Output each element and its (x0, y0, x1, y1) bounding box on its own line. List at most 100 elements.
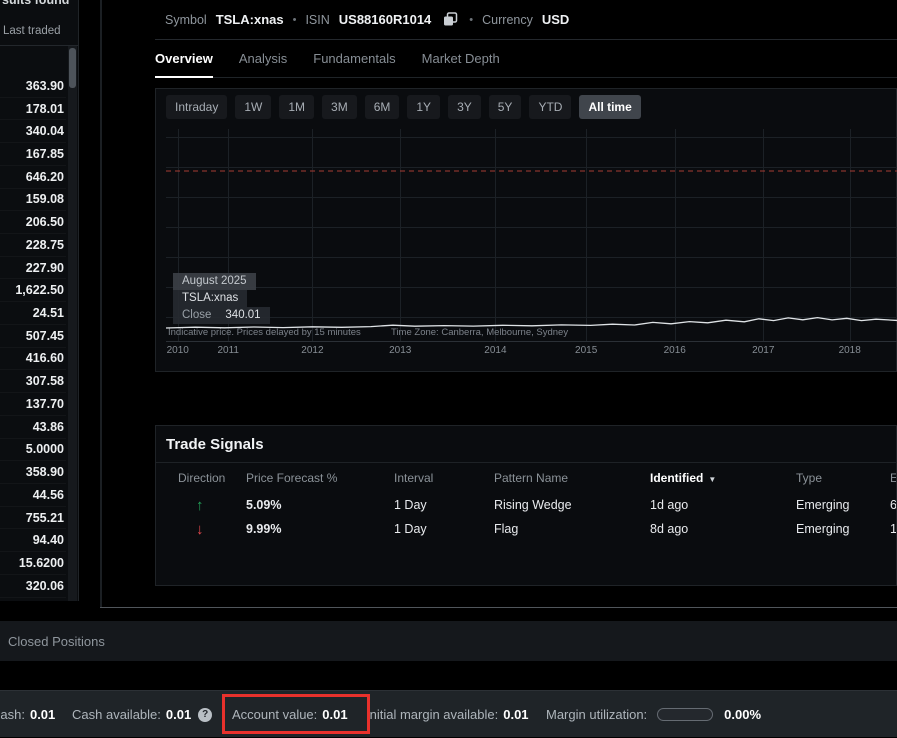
trade-signal-row[interactable]: ↓ 9.99% 1 Day Flag 8d ago Emerging 1 (156, 517, 896, 541)
price-cell[interactable]: 206.50 (0, 211, 66, 234)
price-cell[interactable]: 24.51 (0, 302, 66, 325)
help-icon[interactable]: ? (198, 707, 213, 722)
currency-value: USD (541, 12, 570, 27)
column-header-type[interactable]: Type (796, 471, 890, 485)
bullet-separator: • (469, 13, 474, 26)
price-cell[interactable]: 416.60 (0, 348, 66, 371)
price-cell[interactable]: 94.40 (0, 529, 66, 552)
range-button-ytd[interactable]: YTD (529, 95, 572, 119)
price-cell[interactable]: 159.08 (0, 189, 66, 212)
tooltip-close: Close 340.01 (173, 307, 270, 324)
range-button-1y[interactable]: 1Y (407, 95, 441, 119)
price-cell[interactable]: 363.90 (0, 75, 66, 98)
tooltip-close-value: 340.01 (225, 309, 261, 321)
column-header-interval[interactable]: Interval (394, 471, 494, 485)
price-line-svg (166, 170, 897, 329)
price-cell[interactable]: 228.75 (0, 234, 66, 257)
tab-fundamentals[interactable]: Fundamentals (313, 40, 395, 77)
x-axis-tick: 2014 (484, 345, 507, 356)
price-cell[interactable]: 44.56 (0, 484, 66, 507)
trade-signal-row[interactable]: ↑ 5.09% 1 Day Rising Wedge 1d ago Emergi… (156, 493, 896, 517)
currency-label: Currency (482, 12, 533, 27)
price-cell[interactable]: 227.90 (0, 257, 66, 280)
tooltip-symbol: TSLA:xnas (173, 290, 248, 307)
price-cell[interactable]: 167.85 (0, 143, 66, 166)
timezone-footnote: Time Zone: Canberra, Melbourne, Sydney (391, 327, 569, 338)
delayed-prices-footnote: Indicative price. Prices delayed by 15 m… (168, 327, 361, 338)
price-cell[interactable]: 320.06 (0, 575, 66, 598)
trade-signals-card: Trade Signals Direction Price Forecast %… (155, 425, 897, 586)
column-header-direction[interactable]: Direction (178, 471, 246, 485)
chart-plot[interactable]: Indicative price. Prices delayed by 15 m… (166, 129, 897, 342)
signal-extra: 1 (890, 522, 897, 536)
chart-tooltip: August 2025 TSLA:xnas Close 340.01 (173, 273, 270, 324)
chart-x-axis: 2010 2011 2012 2013 2014 2015 2016 2017 2018 (166, 345, 897, 359)
symbol-value: TSLA:xnas (215, 12, 284, 27)
last-traded-column-header[interactable]: Last traded (3, 25, 61, 37)
isin-label: ISIN (305, 12, 330, 27)
column-header-extra[interactable]: E (890, 471, 896, 485)
price-cell[interactable]: 307.58 (0, 370, 66, 393)
column-header-forecast[interactable]: Price Forecast % (246, 471, 394, 485)
tab-analysis[interactable]: Analysis (239, 40, 287, 77)
results-found-text: sults found (2, 0, 70, 7)
instrument-overview-module: Symbol TSLA:xnas • ISIN US88160R1014 • C… (155, 0, 897, 608)
column-header-pattern[interactable]: Pattern Name (494, 471, 650, 485)
x-axis-tick: 2011 (217, 345, 239, 356)
price-cell[interactable]: 43.86 (0, 416, 66, 439)
time-range-selector: Intraday 1W 1M 3M 6M 1Y 3Y 5Y YTD All ti… (166, 95, 641, 119)
range-button-3m[interactable]: 3M (322, 95, 357, 119)
account-summary-footer: Cash: 0.01 Cash available: 0.01 ? Accoun… (0, 690, 897, 737)
signal-type: Emerging (796, 498, 850, 512)
price-cell[interactable]: 1,622.50 (0, 279, 66, 302)
signal-identified: 8d ago (650, 522, 689, 536)
signal-forecast: 5.09% (246, 498, 282, 512)
price-cell[interactable]: 358.90 (0, 461, 66, 484)
range-button-1m[interactable]: 1M (279, 95, 315, 119)
cash-available-summary: Cash available: 0.01 ? (72, 691, 213, 738)
copy-icon[interactable] (440, 10, 460, 30)
price-cell[interactable]: 178.01 (0, 98, 66, 121)
signal-interval: 1 Day (394, 498, 427, 512)
price-cell[interactable]: 507.45 (0, 325, 66, 348)
closed-positions-section-header[interactable]: Closed Positions (0, 621, 897, 661)
price-cell[interactable]: 646.20 (0, 166, 66, 189)
range-button-all-time[interactable]: All time (579, 95, 641, 119)
signal-interval: 1 Day (394, 522, 427, 536)
sidebar-scrollbar-track[interactable] (68, 46, 77, 601)
account-value-value: 0.01 (322, 707, 348, 722)
tab-overview[interactable]: Overview (155, 40, 213, 78)
sort-descending-icon: ▼ (708, 475, 717, 484)
tab-market-depth[interactable]: Market Depth (422, 40, 500, 77)
tooltip-date: August 2025 (173, 273, 256, 290)
closed-positions-title: Closed Positions (8, 633, 105, 649)
x-axis-tick: 2018 (838, 345, 861, 356)
sidebar-scrollbar-thumb[interactable] (69, 48, 76, 88)
range-button-3y[interactable]: 3Y (448, 95, 481, 119)
range-button-1w[interactable]: 1W (235, 95, 272, 119)
price-cell[interactable]: 15.6200 (0, 552, 66, 575)
initial-margin-label: Initial margin available: (366, 707, 499, 722)
instrument-header: Symbol TSLA:xnas • ISIN US88160R1014 • C… (155, 0, 897, 40)
isin-value: US88160R1014 (338, 12, 432, 27)
column-header-identified[interactable]: Identified ▼ (650, 471, 796, 485)
initial-margin-value: 0.01 (503, 707, 529, 722)
trade-signals-header-row: Direction Price Forecast % Interval Patt… (156, 463, 896, 493)
range-button-6m[interactable]: 6M (364, 95, 400, 119)
price-cell[interactable]: 5.0000 (0, 439, 66, 462)
module-left-edge (100, 0, 102, 608)
cash-available-value: 0.01 (165, 707, 192, 722)
range-button-5y[interactable]: 5Y (488, 95, 522, 119)
x-axis-tick: 2013 (389, 345, 412, 356)
module-tab-bar: Overview Analysis Fundamentals Market De… (155, 40, 897, 78)
range-button-intraday[interactable]: Intraday (166, 95, 228, 119)
price-cell[interactable]: 755.21 (0, 507, 66, 530)
price-cell[interactable]: 137.70 (0, 393, 66, 416)
x-axis-tick: 2016 (663, 345, 686, 356)
margin-utilization-value: 0.00% (724, 707, 762, 722)
price-cell[interactable]: 340.04 (0, 120, 66, 143)
margin-utilization-summary: Margin utilization: 0.00% (546, 691, 761, 738)
cash-value: 0.01 (29, 707, 56, 722)
margin-utilization-label: Margin utilization: (546, 707, 648, 722)
cash-label: Cash: (0, 707, 25, 722)
